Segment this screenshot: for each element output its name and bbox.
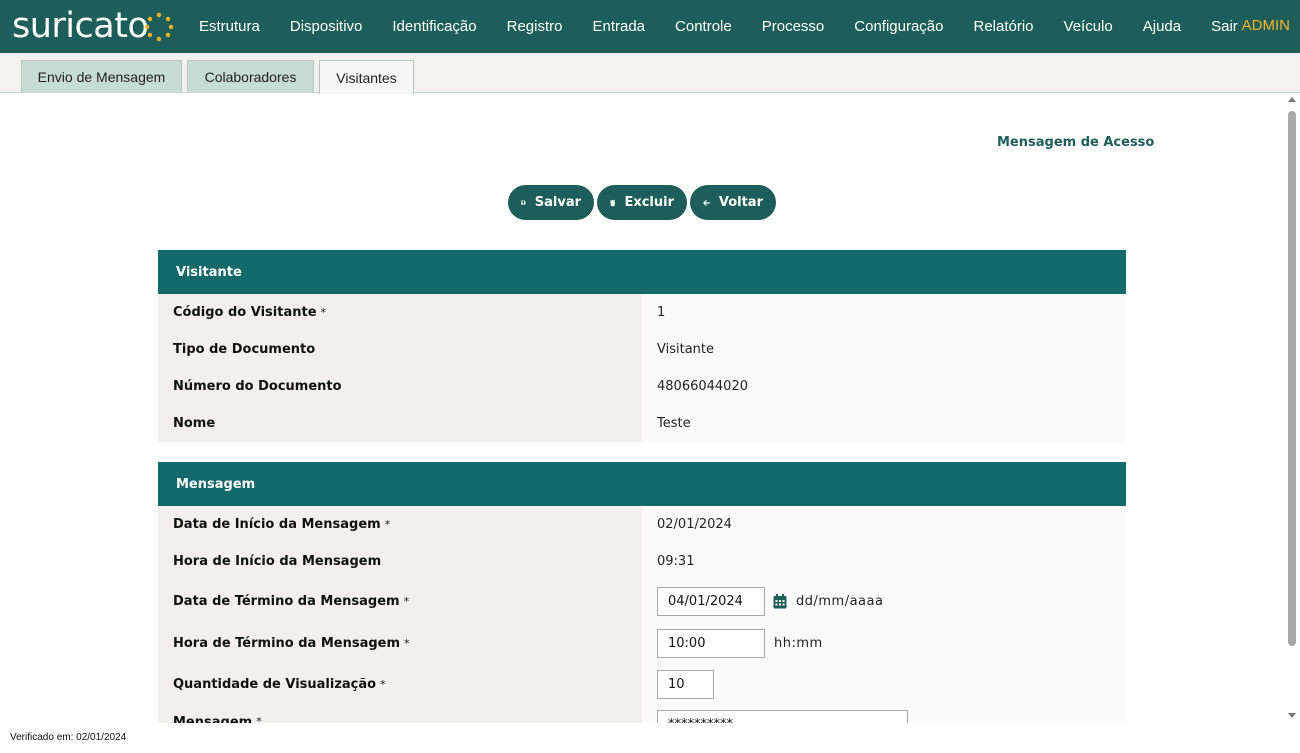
tab-envio-de-mensagem[interactable]: Envio de Mensagem: [21, 60, 182, 93]
menu-processo[interactable]: Processo: [762, 18, 825, 35]
back-button-label: Voltar: [718, 195, 763, 210]
date-format-hint: dd/mm/aaaa: [796, 593, 884, 609]
main-menu: Estrutura Dispositivo Identificação Regi…: [184, 0, 1253, 53]
required-marker: *: [404, 636, 410, 650]
required-marker: *: [380, 678, 386, 691]
end-time-cell: 10:00 hh:mm: [642, 622, 1126, 664]
menu-veiculo[interactable]: Veículo: [1064, 18, 1113, 35]
start-date-value: 02/01/2024: [642, 506, 1126, 543]
main-content: Mensagem de Acesso Salvar Excluir Voltar…: [0, 94, 1285, 723]
document-number-value: 48066044020: [642, 368, 1126, 405]
start-date-label: Data de Início da Mensagem *: [158, 506, 642, 543]
start-date-label-text: Data de Início da Mensagem: [173, 517, 381, 532]
start-time-row: Hora de Início da Mensagem 09:31: [158, 543, 1126, 580]
end-date-cell: 04/01/2024 dd/mm/aaaa: [642, 580, 1126, 622]
suricato-logo[interactable]: suricato: [12, 4, 174, 48]
end-time-row: Hora de Término da Mensagem * 10:00 hh:mm: [158, 622, 1126, 664]
message-text-cell: **********: [642, 705, 1126, 723]
start-time-value: 09:31: [642, 543, 1126, 580]
visitor-code-label-text: Código do Visitante: [173, 305, 317, 320]
scroll-thumb[interactable]: [1288, 111, 1296, 646]
top-navigation-bar: suricato Estrutura Dispositivo Identific…: [0, 0, 1300, 53]
visitor-code-label: Código do Visitante *: [158, 294, 642, 331]
logo-dots-icon: [145, 12, 174, 42]
user-admin-label[interactable]: ADMIN: [1242, 17, 1290, 34]
required-marker: *: [403, 594, 410, 608]
end-date-input[interactable]: 04/01/2024: [657, 586, 765, 616]
logo-text: suricato: [12, 6, 149, 46]
required-marker: *: [384, 518, 391, 531]
required-marker: *: [320, 306, 327, 319]
end-date-label: Data de Término da Mensagem *: [158, 580, 642, 622]
end-time-label: Hora de Término da Mensagem *: [158, 622, 642, 664]
views-row: Quantidade de Visualização * 10: [158, 664, 1126, 705]
tab-visitantes[interactable]: Visitantes: [319, 60, 414, 94]
end-time-label-text: Hora de Término da Mensagem: [173, 635, 401, 651]
document-type-value: Visitante: [642, 331, 1126, 368]
visitor-section: Visitante Código do Visitante * 1 Tipo de…: [158, 250, 1126, 442]
menu-estrutura[interactable]: Estrutura: [199, 18, 260, 35]
menu-registro[interactable]: Registro: [507, 18, 563, 35]
visitor-name-value: Teste: [642, 405, 1126, 442]
message-textarea[interactable]: **********: [657, 710, 908, 723]
menu-relatorio[interactable]: Relatório: [974, 18, 1034, 35]
tab-colaboradores[interactable]: Colaboradores: [187, 60, 314, 93]
scroll-up-arrow-icon[interactable]: [1288, 97, 1296, 102]
message-section: Mensagem Data de Início da Mensagem * 02/…: [158, 462, 1126, 723]
start-time-label: Hora de Início da Mensagem: [158, 543, 642, 580]
visitor-code-row: Código do Visitante * 1: [158, 294, 1126, 331]
end-time-input[interactable]: 10:00: [657, 628, 765, 658]
floppy-disk-icon: [521, 200, 526, 205]
document-type-row: Tipo de Documento Visitante: [158, 331, 1126, 368]
message-text-label-text: Mensagem: [173, 715, 253, 723]
tab-bar: Envio de Mensagem Colaboradores Visitant…: [0, 53, 1300, 94]
menu-identificacao[interactable]: Identificação: [392, 18, 476, 35]
message-section-heading: Mensagem: [158, 462, 1126, 506]
required-marker: *: [256, 715, 262, 723]
end-date-label-text: Data de Término da Mensagem: [173, 593, 400, 609]
visitor-name-label: Nome: [158, 405, 642, 442]
menu-sair[interactable]: Sair: [1211, 18, 1238, 35]
menu-ajuda[interactable]: Ajuda: [1143, 18, 1181, 35]
back-button[interactable]: Voltar: [690, 185, 776, 220]
message-text-row: Mensagem* **********: [158, 705, 1126, 723]
message-text-label: Mensagem *: [158, 705, 642, 723]
end-date-row: Data de Término da Mensagem * 04/01/2024 …: [158, 580, 1126, 622]
views-quantity-input[interactable]: 10: [657, 670, 714, 699]
document-type-label: Tipo de Documento: [158, 331, 642, 368]
start-date-row: Data de Início da Mensagem * 02/01/2024: [158, 506, 1126, 543]
visitor-name-row: Nome Teste: [158, 405, 1126, 442]
scroll-down-arrow-icon[interactable]: [1288, 713, 1296, 718]
delete-button[interactable]: Excluir: [597, 185, 687, 220]
trash-icon: [610, 199, 616, 206]
arrow-left-icon: [703, 199, 710, 206]
menu-dispositivo[interactable]: Dispositivo: [290, 18, 363, 35]
verified-date-footer: Verificado em: 02/01/2024: [10, 732, 127, 743]
document-number-row: Número do Documento 48066044020: [158, 368, 1126, 405]
menu-configuracao[interactable]: Configuração: [854, 18, 943, 35]
views-cell: 10: [642, 664, 1126, 705]
views-label-text: Quantidade de Visualização: [173, 677, 377, 692]
calendar-icon[interactable]: [773, 593, 787, 609]
save-button-label: Salvar: [534, 195, 581, 210]
views-label: Quantidade de Visualização *: [158, 664, 642, 705]
menu-entrada[interactable]: Entrada: [592, 18, 645, 35]
page-title: Mensagem de Acesso: [997, 135, 1155, 150]
visitor-section-heading: Visitante: [158, 250, 1126, 294]
action-buttons: Salvar Excluir Voltar: [508, 185, 776, 220]
document-number-label: Número do Documento: [158, 368, 642, 405]
save-button[interactable]: Salvar: [508, 185, 594, 220]
vertical-scrollbar[interactable]: [1285, 94, 1300, 723]
visitor-code-value: 1: [642, 294, 1126, 331]
time-format-hint: hh:mm: [774, 635, 823, 651]
menu-controle[interactable]: Controle: [675, 18, 732, 35]
delete-button-label: Excluir: [624, 195, 674, 210]
